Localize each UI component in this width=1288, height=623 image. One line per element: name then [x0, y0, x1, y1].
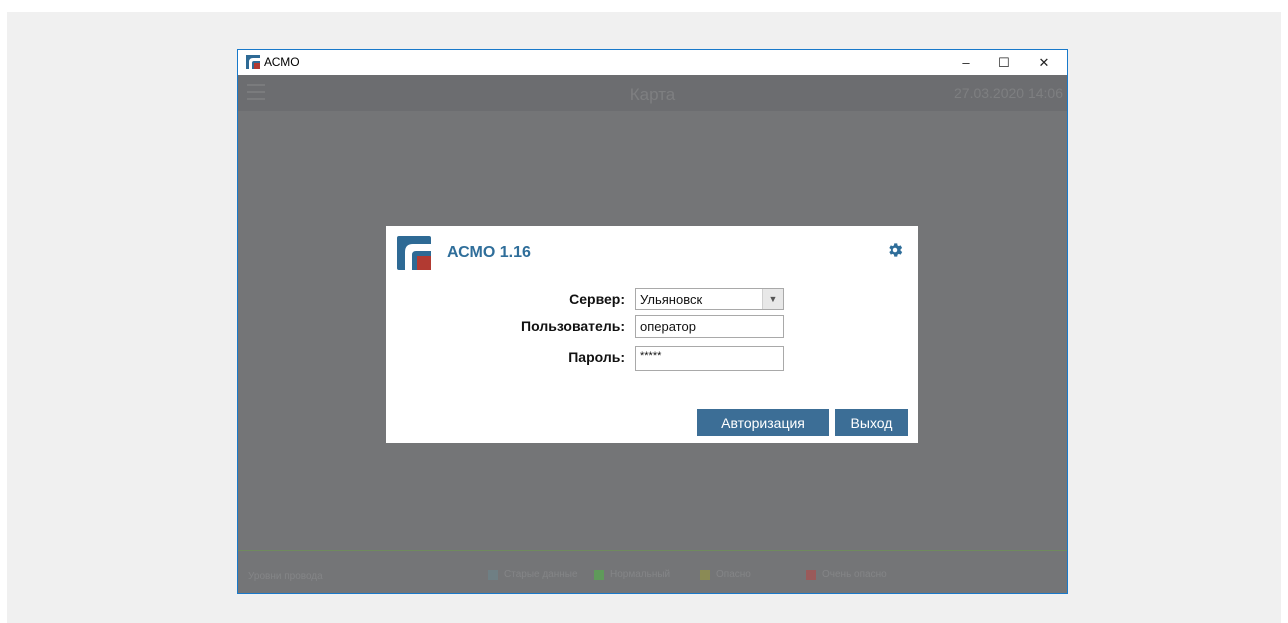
minimize-button[interactable]: –	[947, 50, 985, 75]
close-icon: ✕	[1038, 54, 1050, 70]
legend-swatch-normal	[594, 569, 604, 580]
asmo-logo-icon	[397, 236, 431, 270]
legend-item-very-danger: Очень опасно	[806, 569, 887, 580]
password-label: Пароль:	[568, 349, 625, 365]
minimize-icon: –	[962, 55, 970, 70]
maximize-button[interactable]: ☐	[985, 50, 1023, 75]
maximize-icon: ☐	[998, 54, 1010, 70]
app-logo-icon	[246, 55, 260, 69]
server-select-value: Ульяновск	[640, 292, 703, 307]
legend-swatch-old	[488, 569, 498, 580]
legend-item-old-data: Старые данные	[488, 569, 578, 580]
login-button[interactable]: Авторизация	[697, 409, 829, 436]
password-field[interactable]	[635, 346, 784, 371]
app-header: Карта 27.03.2020 14:06	[238, 75, 1067, 111]
legend-swatch-very-danger	[806, 569, 816, 580]
legend-swatch-danger	[700, 569, 710, 580]
title-bar[interactable]: АСМО – ☐ ✕	[238, 50, 1067, 75]
dialog-title: АСМО 1.16	[447, 244, 531, 261]
app-content-area: Карта 27.03.2020 14:06 Уровни провода Ст…	[238, 75, 1067, 593]
legend-label: Нормальный	[610, 569, 671, 580]
user-label: Пользователь:	[521, 318, 625, 334]
user-field[interactable]	[635, 315, 784, 338]
legend-label: Очень опасно	[822, 569, 887, 580]
app-window: АСМО – ☐ ✕ Карта 27.03.2020 14:06 Уровни…	[237, 49, 1068, 594]
header-datetime: 27.03.2020 14:06	[954, 85, 1063, 101]
gear-icon[interactable]	[886, 241, 904, 259]
close-window-button[interactable]: ✕	[1025, 50, 1063, 75]
chevron-down-icon[interactable]: ▼	[762, 289, 783, 309]
exit-button[interactable]: Выход	[835, 409, 908, 436]
server-select[interactable]: Ульяновск ▼	[635, 288, 784, 310]
login-dialog: АСМО 1.16 Сервер: Ульяновск ▼ Пользовате…	[386, 226, 918, 443]
page-title: Карта	[629, 85, 676, 104]
server-label: Сервер:	[569, 291, 625, 307]
legend-label: Опасно	[716, 569, 751, 580]
legend-label: Старые данные	[504, 569, 578, 580]
status-label: Уровни провода	[248, 571, 323, 582]
legend-item-normal: Нормальный	[594, 569, 670, 580]
status-bar: Уровни провода Старые данные Нормальный …	[238, 550, 1067, 593]
legend-item-danger: Опасно	[700, 569, 751, 580]
window-title: АСМО	[264, 55, 300, 69]
